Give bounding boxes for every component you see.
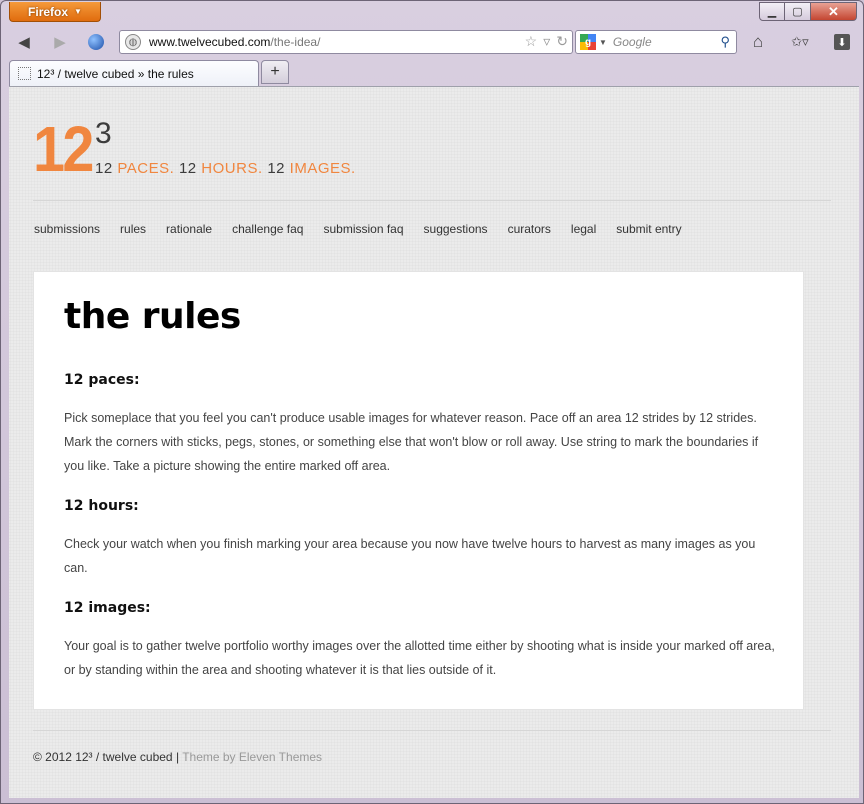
header-divider (33, 200, 831, 201)
reload-icon[interactable]: ↻ (556, 33, 568, 50)
search-engine-dropdown-icon[interactable]: ▼ (599, 38, 607, 47)
search-input[interactable]: Google (613, 35, 721, 49)
tagline-word-1: PACES. (117, 160, 175, 177)
url-host: www.twelvecubed.com (149, 35, 271, 49)
url-path: /the-idea/ (270, 35, 321, 49)
logo-superscript: 3 (95, 117, 112, 150)
maximize-icon[interactable]: ▢ (785, 2, 811, 21)
nav-rationale[interactable]: rationale (166, 222, 212, 236)
article-panel: the rules 12 paces: Pick someplace that … (33, 271, 804, 710)
section-heading-paces: 12 paces: (64, 372, 140, 388)
google-icon[interactable]: g (580, 34, 596, 50)
tagline-num-2: 12 (178, 160, 197, 177)
tab-the-rules[interactable]: 12³ / twelve cubed » the rules (9, 60, 259, 86)
downloads-icon[interactable]: ⬇ (829, 29, 855, 55)
home-icon[interactable]: ⌂ (745, 29, 771, 55)
nav-suggestions[interactable]: suggestions (424, 222, 488, 236)
firefox-menu-label: Firefox (28, 4, 69, 19)
minimize-icon[interactable]: ▁ (759, 2, 785, 21)
navigation-toolbar: ◀ ▶ ◍ www.twelvecubed.com/the-idea/ ☆ ▿ … (7, 27, 859, 57)
new-tab-button[interactable]: + (261, 60, 289, 84)
nav-submission-faq[interactable]: submission faq (323, 222, 403, 236)
section-body-paces: Pick someplace that you feel you can't p… (64, 411, 759, 473)
search-bar[interactable]: g ▼ Google ⚲ (575, 30, 737, 54)
tagline-word-3: IMAGES. (289, 160, 356, 177)
page-title: the rules (64, 296, 241, 337)
logo-tagline: 12 PACES. 12 HOURS. 12 IMAGES. (95, 160, 356, 177)
bookmarks-menu-icon[interactable]: ✩▿ (783, 29, 817, 55)
url-actions: ☆ ▿ ↻ (525, 33, 568, 50)
footer-copyright: © 2012 12³ / twelve cubed (33, 750, 173, 764)
bookmark-star-icon[interactable]: ☆ (525, 33, 538, 50)
site-identity-icon[interactable]: ◍ (125, 34, 141, 50)
section-heading-hours: 12 hours: (64, 498, 139, 514)
logo-number: 12 (33, 113, 94, 185)
tagline-num-3: 12 (267, 160, 285, 177)
tab-strip: 12³ / twelve cubed » the rules + (7, 58, 859, 86)
home-page-globe-icon[interactable] (83, 29, 109, 55)
window-controls: ▁ ▢ ✕ (759, 2, 857, 21)
url-bar[interactable]: ◍ www.twelvecubed.com/the-idea/ ☆ ▿ ↻ (119, 30, 573, 54)
firefox-menu-button[interactable]: Firefox ▼ (9, 2, 101, 22)
site-logo[interactable]: 12 3 12 PACES. 12 HOURS. 12 IMAGES. (33, 115, 393, 185)
chevron-down-icon: ▼ (74, 7, 82, 16)
page-content: 12 3 12 PACES. 12 HOURS. 12 IMAGES. subm… (9, 86, 859, 798)
nav-submissions[interactable]: submissions (34, 222, 100, 236)
search-icon[interactable]: ⚲ (720, 34, 730, 50)
nav-rules[interactable]: rules (120, 222, 146, 236)
footer-divider (33, 730, 831, 731)
history-dropdown-icon[interactable]: ▿ (543, 33, 550, 50)
page-favicon-icon (18, 67, 31, 80)
section-body-images: Your goal is to gather twelve portfolio … (64, 639, 775, 677)
nav-challenge-faq[interactable]: challenge faq (232, 222, 303, 236)
browser-window: Firefox ▼ ▁ ▢ ✕ ◀ ▶ ◍ www.twelvecubed.co… (0, 0, 864, 804)
section-heading-images: 12 images: (64, 600, 151, 616)
footer-theme-credit-link[interactable]: Theme by Eleven Themes (182, 750, 322, 764)
nav-curators[interactable]: curators (508, 222, 551, 236)
tagline-num-1: 12 (95, 160, 113, 177)
section-body-hours: Check your watch when you finish marking… (64, 537, 756, 575)
forward-arrow-icon[interactable]: ▶ (47, 29, 73, 55)
nav-submit-entry[interactable]: submit entry (616, 222, 681, 236)
main-navigation: submissions rules rationale challenge fa… (34, 222, 702, 236)
nav-legal[interactable]: legal (571, 222, 596, 236)
url-text: www.twelvecubed.com/the-idea/ (149, 35, 320, 49)
title-bar: Firefox ▼ ▁ ▢ ✕ (1, 1, 863, 25)
tagline-word-2: HOURS. (201, 160, 263, 177)
footer-separator: | (175, 750, 180, 764)
back-arrow-icon[interactable]: ◀ (11, 29, 37, 55)
tab-title: 12³ / twelve cubed » the rules (37, 66, 194, 81)
site-footer: © 2012 12³ / twelve cubed | Theme by Ele… (33, 750, 322, 764)
close-icon[interactable]: ✕ (811, 2, 857, 21)
